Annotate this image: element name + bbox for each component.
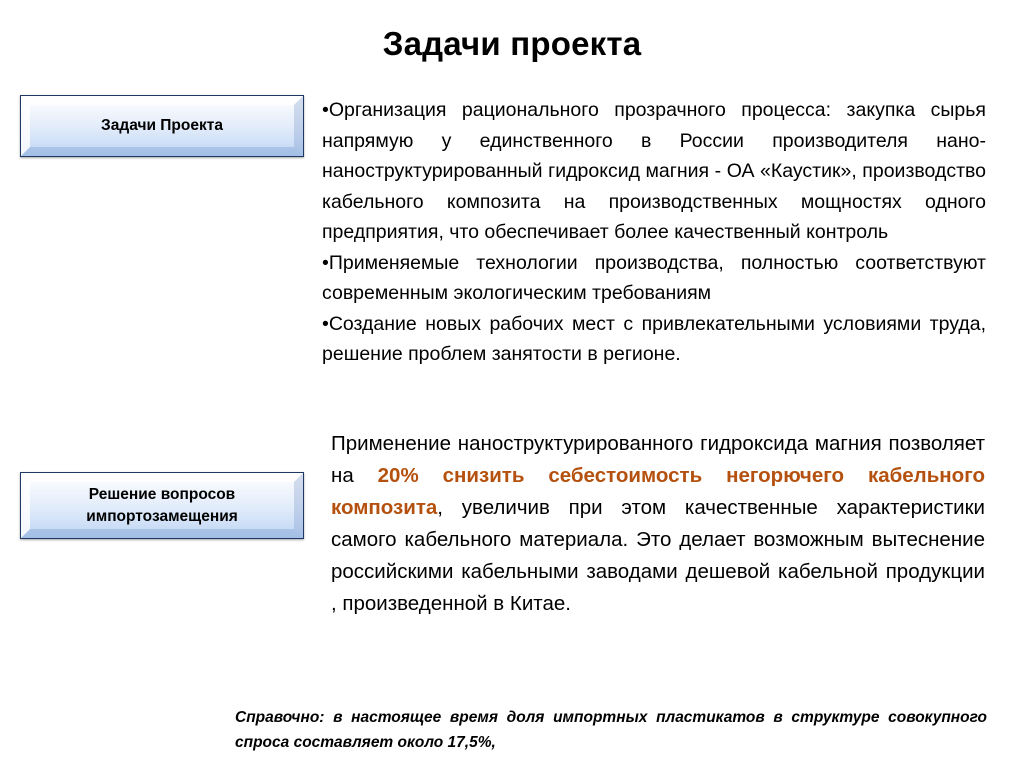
bullet-marker: • xyxy=(322,99,329,121)
bullet-item: •Организация рационального прозрачного п… xyxy=(322,95,986,248)
project-tasks-bullet-list: •Организация рационального прозрачного п… xyxy=(322,95,986,370)
import-paragraph-text: Применение наноструктурированного гидрок… xyxy=(331,428,985,620)
badge-tasks-label: Задачи Проекта xyxy=(101,117,223,134)
footnote: Справочно: в настоящее время доля импорт… xyxy=(235,705,987,755)
bullet-text: Организация рационального прозрачного пр… xyxy=(322,99,986,243)
badge-import-substitution[interactable]: Решение вопросов импортозамещения xyxy=(20,472,304,539)
bullet-item: •Создание новых рабочих мест с привлекат… xyxy=(322,309,986,370)
bullet-item: •Применяемые технологии производства, по… xyxy=(322,248,986,309)
bullet-text: Применяемые технологии производства, пол… xyxy=(322,251,986,305)
bullet-text: Создание новых рабочих мест с привлекате… xyxy=(322,312,986,366)
footnote-text: Справочно: в настоящее время доля импорт… xyxy=(235,709,987,751)
import-substitution-paragraph: Применение наноструктурированного гидрок… xyxy=(331,428,985,620)
slide-canvas: Задачи проекта Задачи Проекта Решение во… xyxy=(0,0,1024,767)
badge-import-substitution-label: Решение вопросов импортозамещения xyxy=(86,485,238,525)
bullet-marker: • xyxy=(322,312,329,335)
bullet-marker: • xyxy=(322,251,329,274)
page-title: Задачи проекта xyxy=(382,25,642,62)
badge-tasks[interactable]: Задачи Проекта xyxy=(20,95,304,157)
